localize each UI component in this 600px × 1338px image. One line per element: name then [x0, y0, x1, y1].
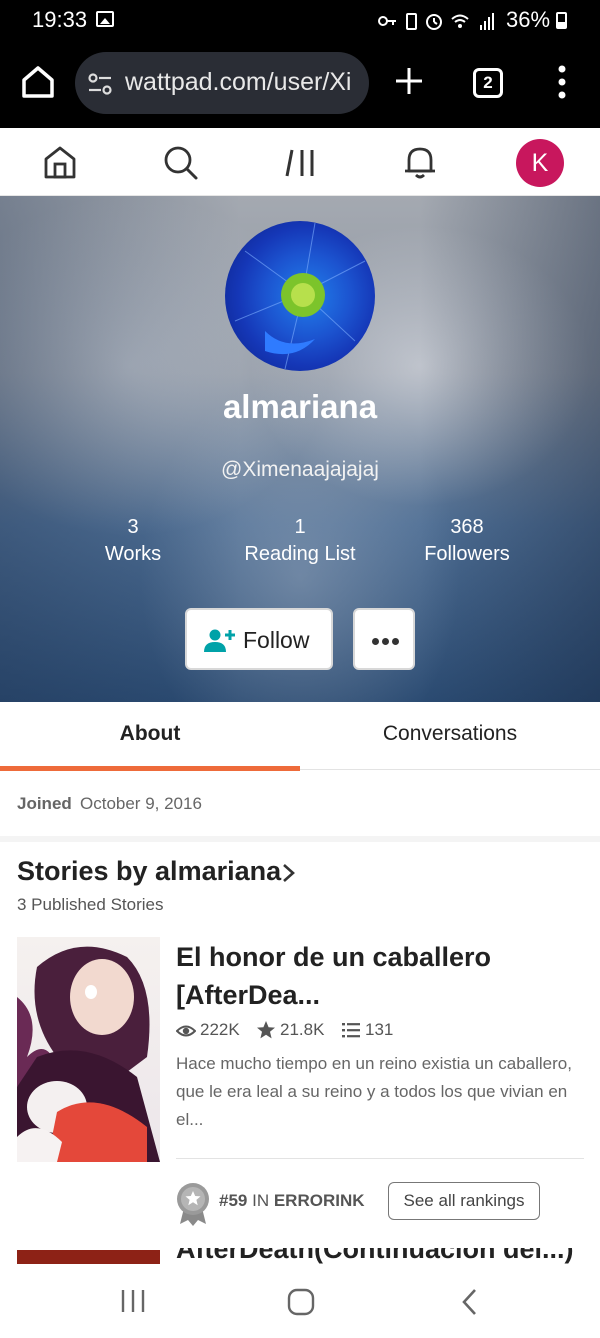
- votes-count: 21.8K: [280, 1020, 325, 1039]
- status-icons: [378, 13, 494, 30]
- search-icon[interactable]: [160, 142, 200, 182]
- story-description: Hace mucho tiempo en un reino existia un…: [176, 1054, 572, 1129]
- profile-handle: @Ximenaajajajaj: [221, 458, 379, 481]
- story-cover[interactable]: [17, 937, 160, 1162]
- stat-value: 3: [127, 516, 139, 538]
- story-cover[interactable]: [17, 1250, 160, 1264]
- stat-label: Works: [104, 543, 162, 565]
- home-button-icon[interactable]: [287, 1288, 315, 1316]
- site-nav: K: [0, 128, 600, 196]
- site-settings-icon[interactable]: [87, 71, 113, 97]
- tab-about[interactable]: About: [0, 702, 300, 770]
- rank-tag: ERRORINK: [273, 1191, 365, 1210]
- tab-switcher-button[interactable]: 2: [473, 68, 503, 98]
- account-avatar[interactable]: K: [516, 139, 564, 187]
- profile-display-name: almariana: [222, 388, 378, 425]
- status-bar: 19:33 36%: [0, 0, 600, 40]
- joined-row: Joined October 9, 2016: [0, 770, 600, 838]
- rank-number: #59: [219, 1191, 248, 1210]
- recent-apps-icon[interactable]: [120, 1288, 146, 1314]
- flower-image: [234, 222, 366, 370]
- home-icon[interactable]: [20, 62, 56, 102]
- library-icon[interactable]: [282, 142, 322, 182]
- browser-toolbar: wattpad.com/user/Xi 2: [0, 40, 600, 128]
- stories-count: 3 Published Stories: [17, 895, 164, 914]
- eye-icon: [176, 1025, 196, 1037]
- section-divider: [0, 836, 600, 842]
- star-icon: [257, 1021, 275, 1039]
- story-reads: 222K: [176, 1020, 240, 1040]
- stories-section-title[interactable]: Stories by almariana: [17, 856, 281, 887]
- story-title[interactable]: El honor de un caballero [AfterDea...: [176, 938, 576, 1014]
- status-time: 19:33: [32, 7, 88, 32]
- ranking-badge-icon: [177, 1183, 209, 1226]
- battery-icon: [556, 12, 567, 29]
- story-title[interactable]: AfterDeath(Continuacion del...): [176, 1248, 574, 1264]
- more-vert-icon[interactable]: [556, 64, 568, 100]
- add-person-icon: [204, 629, 235, 652]
- address-bar[interactable]: wattpad.com/user/Xi: [75, 52, 369, 114]
- story-title-clipped[interactable]: AfterDeath(Continuacion del...): [176, 1248, 576, 1264]
- profile-header: almariana @Ximenaajajajaj 3 Works 1 Read…: [0, 196, 600, 702]
- stat-value: 368: [450, 516, 484, 538]
- profile-avatar: [225, 221, 375, 371]
- notifications-icon[interactable]: [400, 142, 440, 182]
- stat-reading-list[interactable]: 1 Reading List: [220, 514, 380, 568]
- see-all-rankings-button[interactable]: See all rankings: [388, 1182, 540, 1220]
- home-icon[interactable]: [40, 142, 80, 182]
- rank-in: IN: [252, 1191, 270, 1210]
- story-divider: [176, 1158, 584, 1159]
- battery-percent: 36%: [506, 7, 551, 32]
- parts-count: 131: [365, 1020, 394, 1039]
- stat-followers[interactable]: 368 Followers: [387, 514, 547, 568]
- more-options-button[interactable]: [353, 608, 415, 670]
- url-text[interactable]: wattpad.com/user/Xi: [125, 68, 361, 97]
- more-dot: [372, 638, 379, 645]
- list-icon: [342, 1023, 360, 1038]
- cover-art: [17, 946, 160, 1162]
- stat-works[interactable]: 3 Works: [53, 514, 213, 568]
- reads-count: 222K: [200, 1020, 240, 1039]
- stat-label: Reading List: [244, 543, 356, 565]
- stat-label: Followers: [424, 543, 510, 565]
- chevron-right-icon[interactable]: [280, 862, 298, 884]
- follow-label: Follow: [243, 627, 310, 653]
- follow-button[interactable]: Follow: [185, 608, 333, 670]
- story-parts: 131: [341, 1020, 393, 1040]
- tab-conversations[interactable]: Conversations: [300, 702, 600, 770]
- ranking-text: #59 IN ERRORINK: [219, 1191, 365, 1211]
- stat-value: 1: [294, 516, 306, 538]
- profile-tabs: About Conversations: [0, 702, 600, 771]
- story-votes: 21.8K: [256, 1020, 324, 1040]
- more-dot: [392, 638, 399, 645]
- joined-date: October 9, 2016: [80, 794, 202, 813]
- gallery-icon: [96, 11, 114, 27]
- more-dot: [382, 638, 389, 645]
- joined-label: Joined: [17, 794, 72, 813]
- system-nav-bar: [0, 1264, 600, 1338]
- back-icon[interactable]: [460, 1288, 480, 1316]
- new-tab-icon[interactable]: [394, 66, 424, 96]
